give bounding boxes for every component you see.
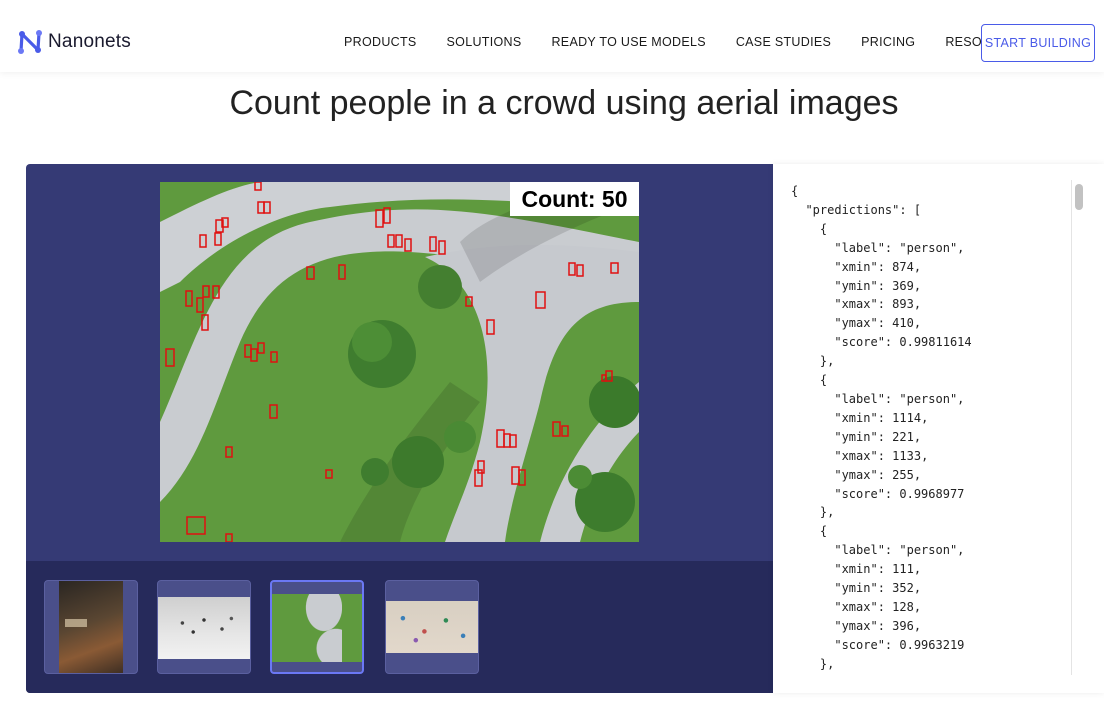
thumbnail-image [59,581,123,673]
prediction-ymax: 255 [892,467,914,482]
nav-solutions[interactable]: SOLUTIONS [447,35,522,49]
prediction-ymax: 396 [892,618,914,633]
prediction-xmax: 1133 [892,448,922,463]
main-nav: PRODUCTS SOLUTIONS READY TO USE MODELS C… [344,35,1027,49]
prediction-score: 0.99811614 [899,335,972,350]
thumbnail-plaza-crowd[interactable] [157,580,251,674]
prediction-xmax: 128 [892,599,914,614]
nav-case-studies[interactable]: CASE STUDIES [736,35,831,49]
site-header: Nanonets PRODUCTS SOLUTIONS READY TO USE… [0,0,1104,72]
nanonets-logo-icon [18,30,42,54]
thumbnail-street-night[interactable] [44,580,138,674]
thumbnail-detail [168,611,240,641]
prediction-xmax: 893 [892,297,914,312]
brand-name: Nanonets [48,31,131,52]
thumbnail-park-aerial[interactable] [270,580,364,674]
prediction-xmin: 1114 [892,410,922,425]
count-badge: Count: 50 [510,182,639,216]
prediction-score: 0.9968977 [899,486,965,501]
start-building-button[interactable]: START BUILDING [981,24,1095,62]
aerial-park-illustration [160,182,639,542]
json-predictions-key: "predictions": [ [805,202,922,217]
nav-ready-to-use-models[interactable]: READY TO USE MODELS [551,35,705,49]
json-output-text: { "predictions": [ { "label": "person", … [791,184,972,671]
json-scrollbar[interactable] [1071,180,1085,675]
prediction-label: "person" [899,391,958,406]
demo-panel: Count: 50 [26,164,773,693]
prediction-score: 0.9963219 [899,637,965,652]
thumbnail-detail [65,619,87,627]
prediction-label: "person" [899,240,958,255]
prediction-ymin: 221 [892,429,914,444]
prediction-xmin: 874 [892,259,914,274]
nav-products[interactable]: PRODUCTS [344,35,417,49]
thumbnail-detail [282,594,342,662]
json-output-panel[interactable]: { "predictions": [ { "label": "person", … [773,164,1104,693]
prediction-ymin: 352 [892,581,914,596]
thumbnail-beach-crowd[interactable] [385,580,479,674]
nav-pricing[interactable]: PRICING [861,35,915,49]
nanonets-logo[interactable]: Nanonets [16,28,131,56]
json-scrollbar-thumb[interactable] [1075,184,1083,210]
prediction-xmin: 111 [892,562,914,577]
prediction-ymin: 369 [892,278,914,293]
page-title: Count people in a crowd using aerial ima… [229,84,899,122]
aerial-park-image: Count: 50 [160,182,639,542]
prediction-ymax: 410 [892,316,914,331]
thumbnail-detail [390,605,476,649]
prediction-label: "person" [899,543,958,558]
json-open-brace: { [791,184,799,198]
